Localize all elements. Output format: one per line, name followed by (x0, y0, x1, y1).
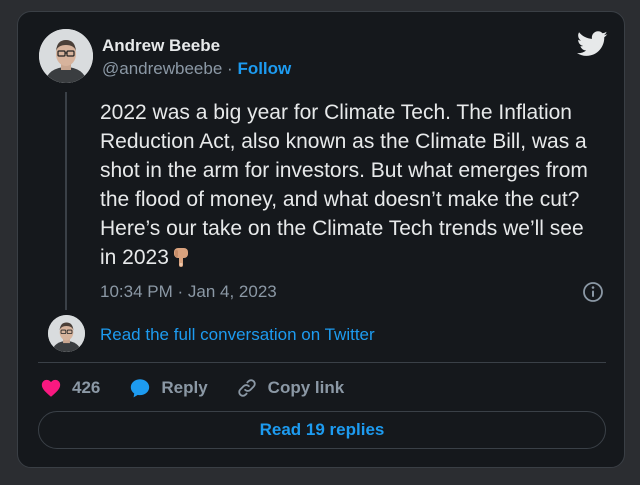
info-icon[interactable] (582, 281, 604, 303)
like-count: 426 (72, 378, 101, 397)
twitter-bird-icon[interactable] (577, 31, 608, 57)
tweet-text: 2022 was a big year for Climate Tech. Th… (100, 101, 588, 269)
read-conversation-link[interactable]: Read the full conversation on Twitter (100, 325, 375, 345)
tweet-card: Andrew Beebe @andrewbeebe · Follow 2022 … (17, 11, 625, 468)
handle-separator: · (227, 59, 233, 78)
thread-line (65, 92, 67, 310)
reply-button[interactable]: Reply (129, 377, 208, 399)
link-icon (237, 379, 256, 397)
author-avatar[interactable] (39, 29, 93, 83)
author-handle-row: @andrewbeebe · Follow (102, 59, 291, 79)
reply-bubble-icon (131, 379, 150, 398)
author-handle[interactable]: @andrewbeebe (102, 59, 222, 78)
tweet-timestamp[interactable]: 10:34 PM · Jan 4, 2023 (100, 282, 277, 302)
conversation-avatar[interactable] (48, 315, 85, 352)
heart-icon (41, 379, 61, 397)
divider (38, 362, 606, 363)
copy-link-label: Copy link (267, 378, 345, 397)
author-name[interactable]: Andrew Beebe (102, 36, 220, 56)
action-bar: 426 Reply Copy link (40, 375, 344, 401)
read-replies-button[interactable]: Read 19 replies (38, 411, 606, 449)
reply-label: Reply (161, 378, 208, 397)
backhand-index-pointing-down-icon (173, 248, 188, 267)
tweet-text-block: 2022 was a big year for Climate Tech. Th… (100, 98, 600, 272)
like-button[interactable]: 426 (40, 377, 100, 399)
follow-button[interactable]: Follow (237, 59, 291, 78)
copy-link-button[interactable]: Copy link (236, 377, 345, 399)
